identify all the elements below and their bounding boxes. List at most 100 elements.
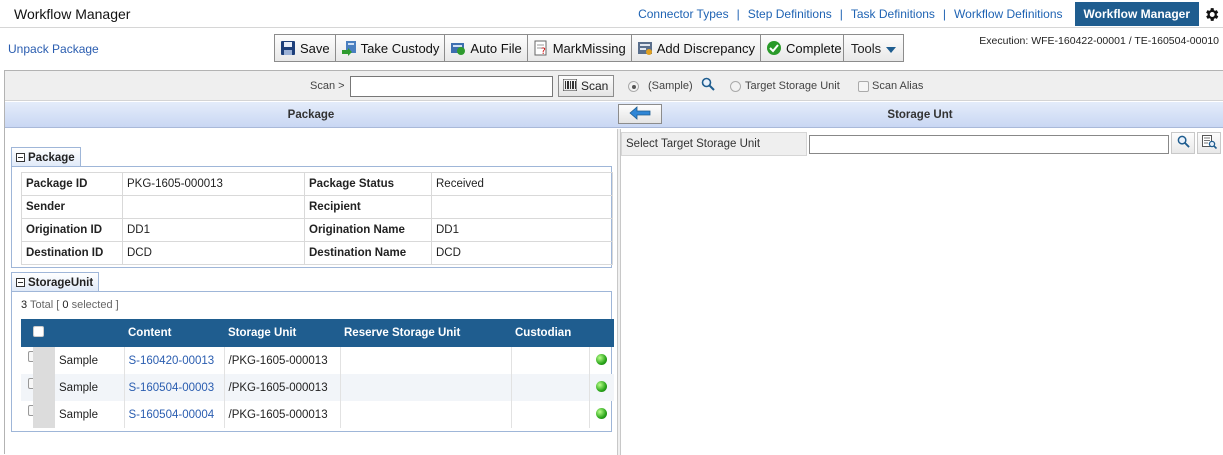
main-frame: Scan > Scan (Sample) Target Storage Unit…: [4, 70, 1223, 455]
property-value: DD1: [431, 218, 613, 242]
package-group: Package ID PKG-1605-000013 Package Statu…: [11, 166, 613, 268]
panel-splitter[interactable]: [617, 129, 621, 455]
property-value: PKG-1605-000013: [122, 172, 305, 196]
selected-label: selected ]: [71, 299, 119, 311]
mark-missing-label: MarkMissing: [552, 40, 626, 56]
content-link[interactable]: S-160504-00004: [129, 409, 215, 421]
row-custodian: [511, 401, 590, 428]
row-status-cell: [589, 374, 614, 401]
property-row: Sender Recipient: [21, 195, 613, 219]
svg-text:?: ?: [541, 47, 546, 56]
scan-button[interactable]: Scan: [558, 75, 614, 97]
table-row[interactable]: Sample S-160420-00013 /PKG-1605-000013: [21, 347, 614, 374]
move-left-button[interactable]: [618, 104, 662, 124]
row-type: Sample: [55, 374, 125, 401]
content-link[interactable]: S-160504-00003: [129, 382, 215, 394]
row-status-cell: [589, 347, 614, 374]
column-header-storage-unit[interactable]: Storage Unit: [224, 319, 340, 347]
complete-button[interactable]: Complete: [760, 35, 847, 61]
storage-unit-group-tab[interactable]: StorageUnit: [11, 272, 100, 292]
column-header-content[interactable]: Content: [124, 319, 224, 347]
status-green-icon: [596, 380, 608, 392]
take-custody-button[interactable]: Take Custody: [335, 35, 446, 61]
column-header-custodian[interactable]: Custodian: [511, 319, 589, 347]
storage-unit-group: 3 Total [ 0 selected ] Content Storage U…: [11, 291, 614, 432]
caret-down-icon: [886, 41, 897, 56]
arrow-left-icon: [629, 105, 651, 123]
checkmark-icon: [766, 40, 782, 56]
nav-step-definitions[interactable]: Step Definitions: [740, 7, 840, 21]
property-value: DCD: [431, 241, 613, 265]
nav-task-definitions[interactable]: Task Definitions: [843, 7, 943, 21]
row-select-cell: [21, 347, 55, 374]
property-key: Destination ID: [21, 241, 123, 265]
row-handle: [33, 347, 55, 374]
take-custody-icon: [341, 40, 357, 56]
sample-radio[interactable]: [628, 81, 639, 92]
status-header: [589, 319, 614, 347]
auto-file-icon: [450, 40, 466, 56]
property-key: Package ID: [21, 172, 123, 196]
search-icon: [1177, 135, 1190, 151]
property-value: DCD: [122, 241, 305, 265]
nav-workflow-manager[interactable]: Workflow Manager: [1074, 2, 1199, 26]
table-row[interactable]: Sample S-160504-00004 /PKG-1605-000013: [21, 401, 614, 428]
row-type: Sample: [55, 347, 125, 374]
column-header-reserve-storage-unit[interactable]: Reserve Storage Unit: [340, 319, 511, 347]
tools-dropdown[interactable]: Tools: [843, 34, 904, 62]
package-group-tab[interactable]: Package: [11, 147, 81, 167]
package-properties-table: Package ID PKG-1605-000013 Package Statu…: [21, 172, 613, 265]
collapse-icon[interactable]: [16, 278, 25, 287]
table-row[interactable]: Sample S-160504-00003 /PKG-1605-000013: [21, 374, 614, 401]
scan-button-label: Scan: [581, 79, 609, 93]
floppy-disk-icon: [280, 40, 296, 56]
storage-panel-header: Storage Unt: [617, 102, 1223, 128]
search-icon[interactable]: [701, 77, 715, 94]
add-discrepancy-button[interactable]: Add Discrepancy: [631, 35, 761, 61]
collapse-icon[interactable]: [16, 153, 25, 162]
property-key: Origination ID: [21, 218, 123, 242]
content-link[interactable]: S-160420-00013: [129, 355, 215, 367]
take-custody-label: Take Custody: [360, 40, 440, 56]
auto-file-button[interactable]: Auto File: [445, 35, 528, 61]
mark-missing-icon: ?: [533, 40, 549, 57]
top-nav: Connector Types | Step Definitions | Tas…: [630, 0, 1223, 28]
target-storage-unit-radio[interactable]: [730, 81, 741, 92]
scan-alias-label: Scan Alias: [872, 80, 924, 92]
row-reserve-storage-unit: [340, 347, 512, 374]
package-panel-title: Package: [287, 108, 335, 121]
nav-workflow-definitions[interactable]: Workflow Definitions: [946, 7, 1070, 21]
target-storage-unit-row: Select Target Storage Unit: [621, 132, 1223, 156]
gear-icon[interactable]: [1199, 2, 1223, 26]
save-button[interactable]: Save: [275, 35, 336, 61]
row-status-cell: [589, 401, 614, 428]
target-browse-button[interactable]: [1197, 132, 1221, 154]
row-storage-unit: /PKG-1605-000013: [224, 401, 341, 428]
storage-panel-title: Storage Unt: [887, 108, 953, 121]
row-select-cell: [21, 374, 55, 401]
select-all-checkbox[interactable]: [32, 326, 44, 337]
row-content-cell: S-160504-00004: [124, 401, 225, 428]
target-search-button[interactable]: [1171, 132, 1195, 154]
action-bar: Unpack Package Save Take Custody Auto Fi…: [0, 29, 1223, 69]
nav-connector-types[interactable]: Connector Types: [630, 7, 737, 21]
mark-missing-button[interactable]: ? MarkMissing: [527, 35, 632, 61]
scan-input[interactable]: [350, 76, 553, 97]
package-group-title: Package: [28, 151, 75, 164]
target-storage-unit-input[interactable]: [809, 135, 1169, 154]
total-label: Total [: [29, 299, 60, 311]
scan-alias-checkbox[interactable]: [858, 81, 869, 92]
property-value: [122, 195, 305, 219]
sample-option-label: (Sample): [648, 80, 693, 92]
scan-bar: Scan > Scan (Sample) Target Storage Unit…: [5, 71, 1223, 101]
row-custodian: [511, 347, 590, 374]
property-value: [431, 195, 613, 219]
storage-unit-table: Content Storage Unit Reserve Storage Uni…: [21, 319, 614, 428]
row-type: Sample: [55, 401, 125, 428]
list-search-icon: [1201, 134, 1217, 152]
target-storage-unit-label: Target Storage Unit: [745, 80, 840, 92]
scan-label: Scan >: [310, 80, 345, 92]
property-row: Package ID PKG-1605-000013 Package Statu…: [21, 172, 613, 196]
execution-info: Execution: WFE-160422-00001 / TE-160504-…: [979, 35, 1219, 47]
page-title[interactable]: Unpack Package: [8, 42, 99, 56]
